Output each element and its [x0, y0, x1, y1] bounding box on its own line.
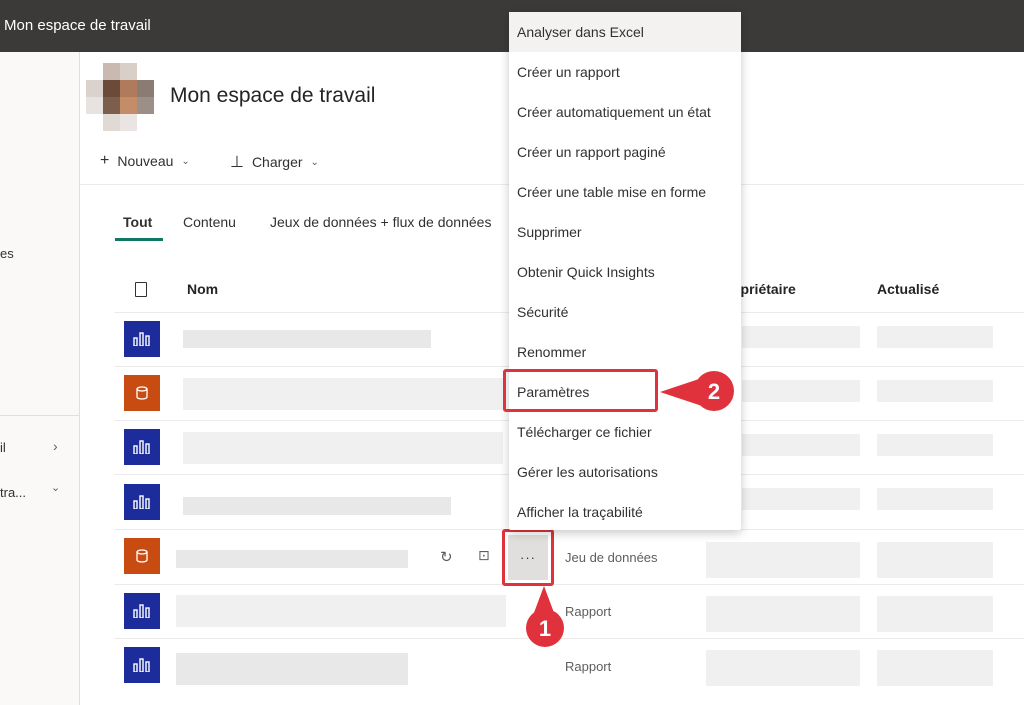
item-type: Rapport — [565, 659, 612, 674]
redacted-refreshed — [877, 542, 993, 578]
menu-item-quick-insights[interactable]: Obtenir Quick Insights — [509, 252, 741, 292]
page-title: Mon espace de travail — [170, 84, 376, 107]
active-tab-indicator — [115, 238, 163, 241]
upload-label: Charger — [251, 154, 303, 170]
menu-item-auto-create-report[interactable]: Créer automatiquement un état — [509, 92, 741, 132]
sidebar — [0, 52, 80, 705]
sidebar-item-label[interactable]: tra... — [0, 485, 26, 500]
menu-item-delete[interactable]: Supprimer — [509, 212, 741, 252]
sidebar-item-label[interactable]: es — [0, 246, 14, 261]
menu-item-manage-permissions[interactable]: Gérer les autorisations — [509, 452, 741, 492]
menu-item-view-lineage[interactable]: Afficher la traçabilité — [509, 492, 741, 532]
redacted-name — [183, 497, 451, 515]
dataset-icon[interactable] — [124, 538, 160, 574]
redacted-refreshed — [877, 488, 993, 510]
redacted-name — [183, 378, 503, 410]
refresh-icon[interactable]: ↻ — [440, 548, 453, 566]
tab-content[interactable]: Contenu — [183, 214, 236, 230]
redacted-refreshed — [877, 434, 993, 456]
menu-item-analyze-excel[interactable]: Analyser dans Excel — [509, 12, 741, 52]
redacted-refreshed — [877, 596, 993, 632]
redacted-owner — [742, 434, 860, 456]
redacted-name — [176, 550, 408, 568]
redacted-name — [176, 653, 408, 685]
chevron-down-icon[interactable]: ⌄ — [51, 481, 60, 494]
menu-item-download[interactable]: Télécharger ce fichier — [509, 412, 741, 452]
redacted-owner — [742, 488, 860, 510]
report-icon[interactable] — [124, 647, 160, 683]
redacted-name — [183, 330, 431, 348]
upload-icon: ⊥ — [230, 154, 244, 171]
new-button[interactable]: + Nouveau ⌄ — [100, 152, 190, 170]
redacted-owner — [706, 596, 860, 632]
report-icon[interactable] — [124, 484, 160, 520]
redacted-name — [183, 432, 503, 464]
report-icon[interactable] — [124, 593, 160, 629]
plus-icon: + — [100, 152, 110, 169]
new-label: Nouveau — [117, 153, 174, 169]
redacted-refreshed — [877, 650, 993, 686]
context-menu: Analyser dans Excel Créer un rapport Cré… — [509, 12, 741, 530]
dataset-icon[interactable] — [124, 375, 160, 411]
chevron-right-icon[interactable]: › — [53, 438, 58, 454]
tab-datasets[interactable]: Jeux de données + flux de données — [270, 214, 491, 230]
redacted-refreshed — [877, 380, 993, 402]
highlight-box-settings — [503, 369, 658, 412]
redacted-name — [176, 595, 506, 627]
app-title: Mon espace de travail — [4, 17, 151, 34]
redacted-owner — [706, 542, 860, 578]
sidebar-divider — [0, 415, 80, 416]
tab-all[interactable]: Tout — [123, 214, 152, 230]
redacted-owner — [742, 380, 860, 402]
schedule-refresh-icon[interactable]: ⊡ — [478, 547, 490, 564]
sidebar-item-label[interactable]: il — [0, 440, 6, 455]
callout-step-2: 2 — [660, 371, 734, 411]
column-header-owner[interactable]: opriétaire — [732, 281, 796, 297]
menu-item-security[interactable]: Sécurité — [509, 292, 741, 332]
column-header-refreshed[interactable]: Actualisé — [877, 281, 939, 297]
column-header-name[interactable]: Nom — [187, 281, 218, 297]
item-type: Jeu de données — [565, 550, 658, 565]
redacted-refreshed — [877, 326, 993, 348]
menu-item-create-formatted-table[interactable]: Créer une table mise en forme — [509, 172, 741, 212]
file-type-icon — [135, 282, 147, 297]
report-icon[interactable] — [124, 429, 160, 465]
chevron-down-icon: ⌄ — [181, 155, 190, 167]
chevron-down-icon: ⌄ — [310, 156, 319, 168]
step-2-number: 2 — [708, 379, 720, 404]
report-icon[interactable] — [124, 321, 160, 357]
upload-button[interactable]: ⊥ Charger ⌄ — [230, 152, 319, 172]
redacted-owner — [706, 650, 860, 686]
workspace-avatar — [86, 63, 154, 131]
highlight-box-more-options — [502, 529, 554, 586]
step-1-number: 1 — [539, 616, 551, 641]
callout-step-1: 1 — [526, 586, 564, 647]
menu-item-create-paginated-report[interactable]: Créer un rapport paginé — [509, 132, 741, 172]
redacted-owner — [742, 326, 860, 348]
menu-item-create-report[interactable]: Créer un rapport — [509, 52, 741, 92]
